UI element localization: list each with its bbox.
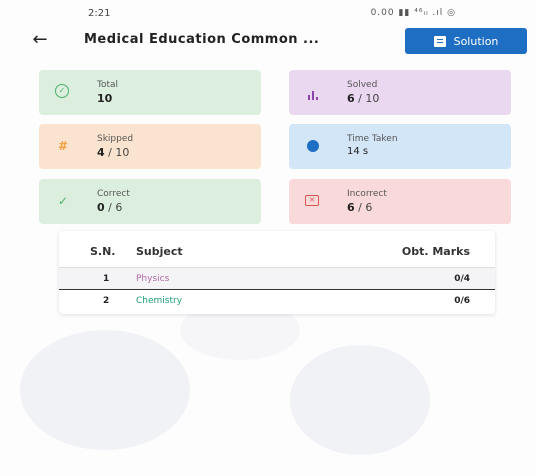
arrow-left-icon[interactable]: ← [30, 30, 50, 50]
row-subject: Chemistry [136, 296, 183, 306]
clock-icon [307, 140, 319, 152]
background-decoration [20, 330, 190, 450]
stat-value: 0 / 6 [97, 201, 122, 214]
row-sn: 2 [103, 296, 110, 306]
stat-card-time-taken: Time Taken 14 s [289, 124, 511, 169]
status-icons: 0.00 ▮▮ ⁴⁶ᵢₗ .ıl ◎ [370, 8, 456, 18]
check-circle-icon: ✓ [55, 84, 69, 98]
row-sn: 1 [103, 274, 110, 284]
column-header-marks: Obt. Marks [401, 245, 470, 258]
stat-correct-value: 0 [97, 201, 105, 214]
stat-total-value: 10 [97, 92, 113, 105]
stat-skipped-value: 4 [97, 146, 105, 159]
stat-solved-value: 6 [347, 92, 355, 105]
stat-card-solved: Solved 6 / 10 [289, 70, 511, 115]
checkmark-icon: ✓ [57, 194, 69, 208]
stat-label: Solved [347, 80, 378, 90]
hash-icon: # [57, 139, 69, 153]
stat-label: Time Taken [347, 134, 398, 144]
status-time: 2:21 [88, 8, 111, 19]
stat-label: Total [97, 80, 119, 90]
stat-skipped-denominator: / 10 [104, 146, 130, 159]
stat-value: 4 / 10 [97, 146, 129, 159]
bar-chart-icon [305, 84, 321, 100]
document-icon [433, 35, 446, 47]
stat-label: Incorrect [347, 189, 387, 199]
row-subject: Physics [136, 274, 170, 284]
stat-label: Skipped [97, 134, 134, 144]
column-header-sn: S.N. [90, 245, 116, 258]
status-bar: 2:21 0.00 ▮▮ ⁴⁶ᵢₗ .ıl ◎ [0, 0, 536, 24]
screen: 2:21 0.00 ▮▮ ⁴⁶ᵢₗ .ıl ◎ ← Medical Educat… [0, 0, 536, 476]
close-box-icon: ✕ [305, 195, 319, 206]
stat-solved-denominator: / 10 [354, 92, 380, 105]
stat-card-total: ✓ Total 10 [39, 70, 261, 115]
background-decoration [290, 345, 430, 455]
table-row: 2 Chemistry 0/6 [59, 289, 495, 311]
row-marks: 0/6 [454, 296, 470, 306]
stat-card-skipped: # Skipped 4 / 10 [39, 124, 261, 169]
stat-correct-denominator: / 6 [104, 201, 123, 214]
stat-value: 6 / 10 [347, 92, 379, 105]
solution-button-label: Solution [453, 34, 499, 48]
column-header-subject: Subject [136, 245, 183, 258]
solution-button[interactable]: Solution [405, 28, 527, 54]
stat-time-value: 14 s [347, 146, 369, 157]
app-bar: ← Medical Education Common ... Solution [0, 28, 536, 54]
row-marks: 0/4 [454, 274, 470, 284]
stat-value: 6 / 6 [347, 201, 372, 214]
subject-marks-table: S.N. Subject Obt. Marks 1 Physics 0/4 2 … [59, 231, 495, 314]
stat-card-correct: ✓ Correct 0 / 6 [39, 179, 261, 224]
stat-incorrect-denominator: / 6 [354, 201, 373, 214]
stat-label: Correct [97, 189, 130, 199]
table-row: 1 Physics 0/4 [59, 267, 495, 289]
stat-incorrect-value: 6 [347, 201, 355, 214]
page-title: Medical Education Common ... [84, 32, 320, 47]
stat-card-incorrect: ✕ Incorrect 6 / 6 [289, 179, 511, 224]
stat-value: 10 [97, 92, 112, 105]
